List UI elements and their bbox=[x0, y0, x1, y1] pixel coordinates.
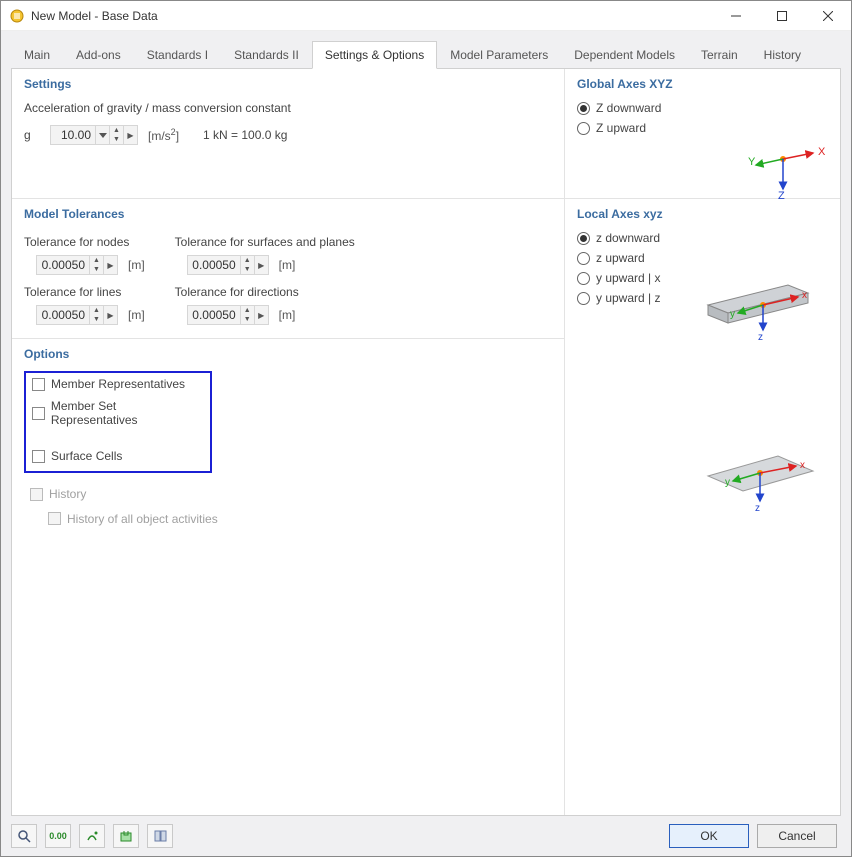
member-set-rep-checkbox[interactable]: Member Set Representatives bbox=[32, 399, 204, 427]
surface-cells-checkbox[interactable]: Surface Cells bbox=[32, 449, 204, 463]
local-axes-title: Local Axes xyz bbox=[577, 207, 828, 221]
tol-surfaces-spinner[interactable]: 0.00050 ▲▼ ▶ bbox=[187, 255, 269, 275]
tab-standards-1[interactable]: Standards I bbox=[134, 41, 221, 69]
tol-surfaces-value[interactable]: 0.00050 bbox=[187, 255, 241, 275]
tol-lines-value[interactable]: 0.00050 bbox=[36, 305, 90, 325]
right-column: Global Axes XYZ Z downward Z upward bbox=[565, 69, 840, 815]
tol-nodes-label: Tolerance for nodes bbox=[24, 235, 145, 249]
local-y-up-x-radio[interactable]: y upward | x bbox=[577, 271, 828, 285]
footer-tool-2[interactable]: 0.00 bbox=[45, 824, 71, 848]
close-button[interactable] bbox=[805, 1, 851, 31]
g-value-spinner[interactable]: 10.00 ▲▼ ▶ bbox=[50, 125, 138, 145]
footer: 0.00 OK Cancel bbox=[11, 824, 841, 850]
model-tolerances-title: Model Tolerances bbox=[24, 207, 552, 221]
footer-tool-1[interactable] bbox=[11, 824, 37, 848]
options-title: Options bbox=[24, 347, 552, 361]
footer-tool-3[interactable] bbox=[79, 824, 105, 848]
tab-standards-2[interactable]: Standards II bbox=[221, 41, 312, 69]
svg-text:X: X bbox=[818, 146, 826, 158]
tol-nodes-value[interactable]: 0.00050 bbox=[36, 255, 90, 275]
history-all-checkbox: History of all object activities bbox=[48, 512, 218, 526]
dialog-body: Main Add-ons Standards I Standards II Se… bbox=[1, 31, 851, 856]
svg-text:Y: Y bbox=[748, 156, 756, 168]
tol-surfaces-unit: [m] bbox=[279, 258, 296, 272]
tol-surfaces-label: Tolerance for surfaces and planes bbox=[175, 235, 355, 249]
tab-model-parameters[interactable]: Model Parameters bbox=[437, 41, 561, 69]
g-symbol: g bbox=[24, 128, 44, 142]
svg-text:y: y bbox=[730, 309, 735, 320]
tol-directions-value[interactable]: 0.00050 bbox=[187, 305, 241, 325]
kn-conversion: 1 kN = 100.0 kg bbox=[203, 128, 287, 142]
settings-title: Settings bbox=[24, 77, 552, 91]
model-tolerances-section: Model Tolerances Tolerance for nodes 0.0… bbox=[12, 199, 564, 339]
svg-text:y: y bbox=[725, 477, 730, 488]
gravity-label: Acceleration of gravity / mass conversio… bbox=[24, 101, 552, 115]
tol-directions-spinner[interactable]: 0.00050 ▲▼ ▶ bbox=[187, 305, 269, 325]
tab-dependent-models[interactable]: Dependent Models bbox=[561, 41, 688, 69]
tab-strip: Main Add-ons Standards I Standards II Se… bbox=[11, 41, 841, 69]
svg-text:z: z bbox=[755, 503, 760, 514]
content-area: Settings Acceleration of gravity / mass … bbox=[11, 68, 841, 816]
options-section: Options Member Representatives Member Se… bbox=[12, 339, 564, 815]
g-dropdown-icon[interactable] bbox=[96, 125, 110, 145]
z-upward-radio[interactable]: Z upward bbox=[577, 121, 828, 135]
g-play-button[interactable]: ▶ bbox=[124, 125, 138, 145]
tol-directions-label: Tolerance for directions bbox=[175, 285, 355, 299]
g-spin-buttons[interactable]: ▲▼ bbox=[110, 125, 124, 145]
titlebar: New Model - Base Data bbox=[1, 1, 851, 31]
g-unit: [m/s2] bbox=[148, 127, 179, 143]
maximize-button[interactable] bbox=[759, 1, 805, 31]
plane-axes-icon: x y z bbox=[688, 431, 828, 521]
footer-tool-4[interactable] bbox=[113, 824, 139, 848]
history-checkbox[interactable]: History bbox=[30, 487, 86, 501]
tol-lines-unit: [m] bbox=[128, 308, 145, 322]
window-title: New Model - Base Data bbox=[31, 9, 713, 23]
global-axes-title: Global Axes XYZ bbox=[577, 77, 828, 91]
z-downward-radio[interactable]: Z downward bbox=[577, 101, 828, 115]
svg-text:z: z bbox=[758, 332, 763, 343]
local-z-up-radio[interactable]: z upward bbox=[577, 251, 828, 265]
window: New Model - Base Data Main Add-ons Stand… bbox=[0, 0, 852, 857]
left-column: Settings Acceleration of gravity / mass … bbox=[12, 69, 565, 815]
global-axes-icon: X Y Z bbox=[728, 141, 828, 201]
options-highlight-box: Member Representatives Member Set Repres… bbox=[24, 371, 212, 473]
tab-add-ons[interactable]: Add-ons bbox=[63, 41, 134, 69]
local-axes-section: Local Axes xyz z downward z upward y upw… bbox=[565, 199, 840, 815]
app-icon bbox=[9, 8, 25, 24]
tol-lines-label: Tolerance for lines bbox=[24, 285, 145, 299]
tol-lines-spinner[interactable]: 0.00050 ▲▼ ▶ bbox=[36, 305, 118, 325]
tab-settings-options[interactable]: Settings & Options bbox=[312, 41, 437, 69]
global-axes-section: Global Axes XYZ Z downward Z upward bbox=[565, 69, 840, 199]
cancel-button[interactable]: Cancel bbox=[757, 824, 837, 848]
footer-tool-5[interactable] bbox=[147, 824, 173, 848]
tab-history[interactable]: History bbox=[751, 41, 814, 69]
ok-button[interactable]: OK bbox=[669, 824, 749, 848]
tol-nodes-spinner[interactable]: 0.00050 ▲▼ ▶ bbox=[36, 255, 118, 275]
minimize-button[interactable] bbox=[713, 1, 759, 31]
tol-directions-unit: [m] bbox=[279, 308, 296, 322]
local-z-down-radio[interactable]: z downward bbox=[577, 231, 828, 245]
svg-text:x: x bbox=[800, 460, 805, 471]
tab-terrain[interactable]: Terrain bbox=[688, 41, 751, 69]
g-value[interactable]: 10.00 bbox=[50, 125, 96, 145]
svg-text:x: x bbox=[802, 290, 807, 301]
tab-main[interactable]: Main bbox=[11, 41, 63, 69]
tol-nodes-unit: [m] bbox=[128, 258, 145, 272]
member-rep-checkbox[interactable]: Member Representatives bbox=[32, 377, 204, 391]
settings-section: Settings Acceleration of gravity / mass … bbox=[12, 69, 564, 199]
window-buttons bbox=[713, 1, 851, 31]
